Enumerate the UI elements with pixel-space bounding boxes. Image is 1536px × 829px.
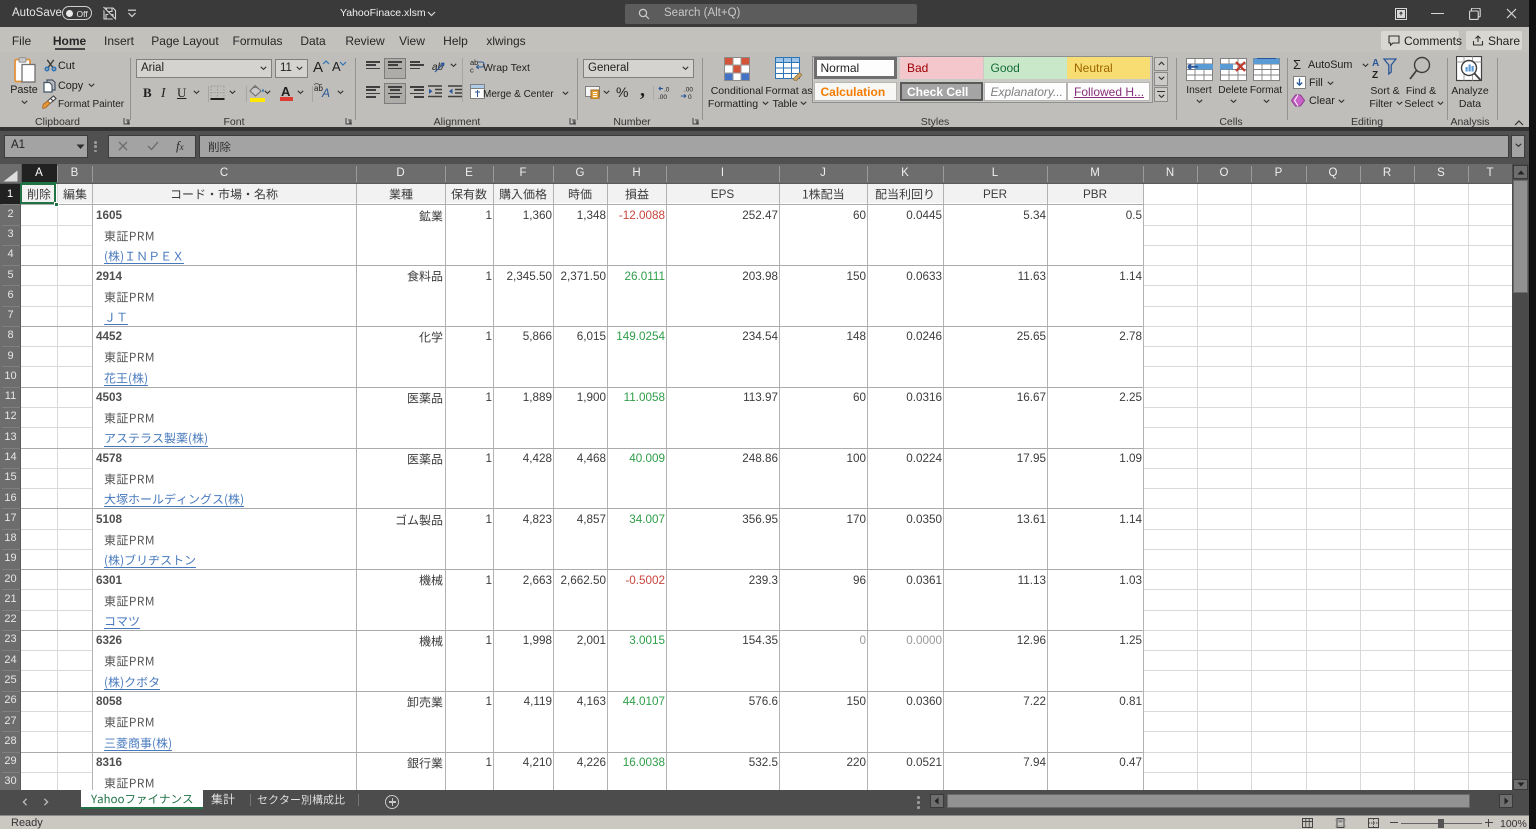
svg-text:A: A [1372,58,1379,69]
svg-text:Z: Z [1372,70,1378,81]
svg-text:0: 0 [688,94,692,100]
svg-text:.00: .00 [658,94,667,100]
svg-text:c: c [470,66,474,74]
svg-text:.0: .0 [664,87,670,94]
svg-text:.00: .00 [684,87,693,94]
